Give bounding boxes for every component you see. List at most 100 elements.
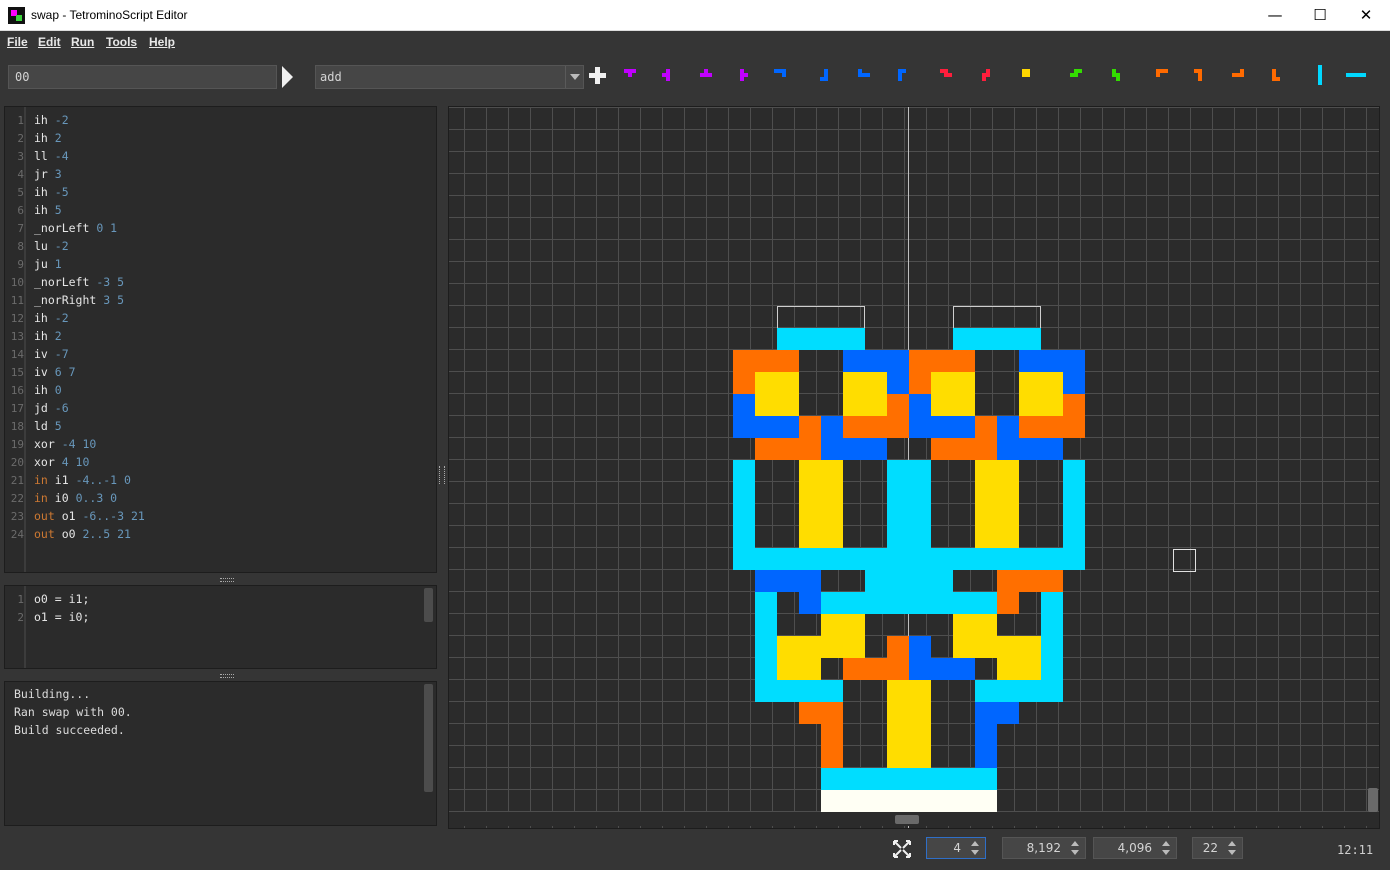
code-token: i0 [54, 491, 76, 505]
l-piece-c-icon[interactable] [1232, 65, 1256, 89]
grid-cell-l [887, 636, 909, 658]
l-piece-a-icon[interactable] [1156, 65, 1180, 89]
maximize-button[interactable]: ☐ [1297, 0, 1343, 31]
grid-cell-i [887, 592, 909, 614]
grid-cell-l [1019, 570, 1041, 592]
menu-run[interactable]: Run [71, 35, 94, 49]
grid-cell-i [975, 768, 997, 790]
grid-cell-i [733, 504, 755, 526]
grid-cell-o [843, 394, 865, 416]
code-line: 7 _norLeft 0 1 [5, 219, 425, 237]
j-piece-b-icon[interactable] [820, 65, 844, 89]
t-piece-left-icon[interactable] [662, 65, 686, 89]
grid-horizontal-scrollbar[interactable] [449, 812, 1367, 826]
grid-cell-i [1019, 680, 1041, 702]
height-spinbox[interactable]: 4,096 [1093, 837, 1177, 859]
minimize-button[interactable]: — [1252, 0, 1298, 31]
menu-tools[interactable]: Tools [106, 35, 137, 49]
grid-cell-j [887, 350, 909, 372]
s-piece-h-icon[interactable] [1070, 65, 1094, 89]
grid-cell-o [887, 746, 909, 768]
program-input-field[interactable]: 00 [8, 65, 277, 89]
menu-help[interactable]: Help [149, 35, 175, 49]
scale-spinbox[interactable]: 4 [926, 837, 986, 859]
j-piece-c-icon[interactable] [858, 65, 882, 89]
grid-cell-l [733, 350, 755, 372]
menu-edit[interactable]: Edit [38, 35, 61, 49]
hscroll-thumb[interactable] [895, 815, 919, 824]
panel-splitter-handle[interactable] [439, 466, 445, 484]
grid-cell-j [931, 658, 953, 680]
line-number: 10 [10, 276, 24, 289]
add-plus-icon[interactable] [589, 67, 606, 84]
code-token: -6..-3 21 [82, 509, 145, 523]
t-piece-right-icon[interactable] [740, 65, 764, 89]
grid-cell-j [909, 416, 931, 438]
grid-cell-i [821, 592, 843, 614]
output-line: Ran swap with 00. [14, 705, 132, 719]
spin-arrows-icon[interactable] [1224, 838, 1242, 858]
l-piece-d-icon[interactable] [1272, 65, 1296, 89]
code-editor[interactable]: 1 ih -2 2 ih 2 3 ll -4 4 jr 3 5 ih -5 6 ih 5 7 _norLe… [4, 106, 437, 573]
expr-line: 1 o0 = i1; [5, 590, 425, 608]
code-token: ll [34, 149, 55, 163]
grid-cell-o [821, 614, 843, 636]
zoom-spinbox[interactable]: 22 [1192, 837, 1243, 859]
menu-file[interactable]: File [7, 35, 28, 49]
grid-cell-o [821, 526, 843, 548]
grid-canvas[interactable] [449, 107, 1380, 829]
fit-to-view-icon[interactable] [893, 840, 911, 858]
grid-cell-i [755, 680, 777, 702]
grid-cell-j [975, 746, 997, 768]
spin-arrows-icon[interactable] [967, 838, 985, 858]
s-piece-v-icon[interactable] [1112, 65, 1136, 89]
grid-cell-i [909, 460, 931, 482]
o-piece-icon[interactable] [1022, 65, 1046, 89]
l-piece-b-icon[interactable] [1194, 65, 1218, 89]
code-token: -2 [54, 239, 69, 253]
grid-cell-o [799, 482, 821, 504]
grid-cell-o [1019, 372, 1041, 394]
close-button[interactable]: ✕ [1343, 0, 1389, 31]
grid-cell-i [755, 614, 777, 636]
grid-cell-o [755, 372, 777, 394]
z-piece-v-icon[interactable] [982, 65, 1006, 89]
chevron-down-icon[interactable] [565, 66, 583, 88]
grid-cell-o [975, 482, 997, 504]
spin-arrows-icon[interactable] [1067, 838, 1085, 858]
t-piece-up-icon[interactable] [700, 65, 724, 89]
height-value: 4,096 [1117, 841, 1152, 855]
grid-cell-j [1019, 438, 1041, 460]
grid-cell-i [1063, 504, 1085, 526]
run-play-icon[interactable] [282, 66, 296, 88]
width-spinbox[interactable]: 8,192 [1002, 837, 1086, 859]
i-piece-v-icon[interactable] [1318, 65, 1342, 89]
expr-line: 2 o1 = i0; [5, 608, 425, 626]
grid-cell-o [799, 636, 821, 658]
grid-cell-i [755, 636, 777, 658]
grid-cell-j [997, 416, 1019, 438]
code-token: out [34, 509, 62, 523]
j-piece-d-icon[interactable] [898, 65, 922, 89]
grid-cell-o [997, 482, 1019, 504]
code-line: 11 _norRight 3 5 [5, 291, 425, 309]
expression-editor[interactable]: 1 o0 = i1; 2 o1 = i0; [4, 585, 437, 669]
program-select[interactable]: add [315, 65, 584, 89]
t-piece-down-icon[interactable] [624, 65, 648, 89]
j-piece-a-icon[interactable] [774, 65, 798, 89]
editor-splitter-handle[interactable] [4, 575, 437, 583]
expr-scrollbar[interactable] [424, 588, 433, 622]
code-token: 2 [54, 329, 62, 343]
z-piece-h-icon[interactable] [940, 65, 964, 89]
spin-arrows-icon[interactable] [1158, 838, 1176, 858]
grid-cell-i [997, 680, 1019, 702]
output-splitter-handle[interactable] [4, 671, 437, 679]
output-scrollbar[interactable] [424, 684, 433, 792]
tetromino-grid-view[interactable] [448, 106, 1380, 829]
grid-cell-l [755, 438, 777, 460]
grid-vertical-scroll-thumb[interactable] [1368, 788, 1378, 812]
i-piece-h-icon[interactable] [1346, 65, 1370, 89]
grid-cell-o [843, 636, 865, 658]
code-token: ih [34, 383, 55, 397]
grid-cell-i [887, 482, 909, 504]
